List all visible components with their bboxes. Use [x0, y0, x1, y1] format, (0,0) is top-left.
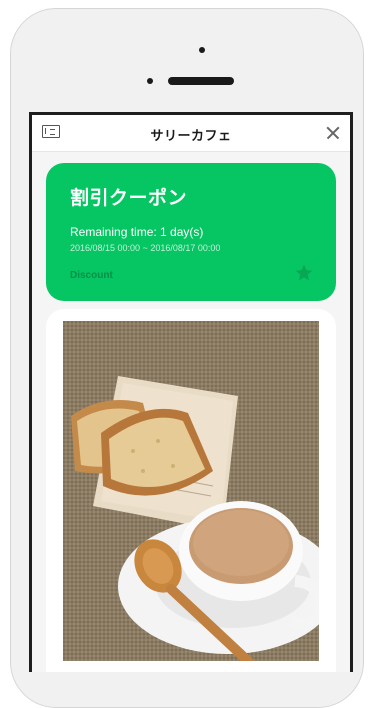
- coupon-validity-period: 2016/08/15 00:00 ~ 2016/08/17 00:00: [70, 243, 221, 253]
- cafe-photo: [63, 321, 319, 661]
- earpiece-speaker: [168, 77, 234, 85]
- coupon-card[interactable]: 割引クーポン Remaining time: 1 day(s) 2016/08/…: [46, 163, 336, 301]
- close-icon[interactable]: [322, 122, 344, 144]
- phone-screen: サリーカフェ 割引クーポン Remaining time: 1 day(s) 2…: [29, 112, 353, 672]
- front-camera: [199, 47, 205, 53]
- coupon-type-label: Discount: [70, 270, 113, 281]
- coupon-remaining-time: Remaining time: 1 day(s): [70, 225, 204, 239]
- header-bar: サリーカフェ: [32, 115, 350, 152]
- page-title: サリーカフェ: [150, 128, 232, 143]
- star-icon[interactable]: [294, 263, 314, 283]
- app-view: サリーカフェ 割引クーポン Remaining time: 1 day(s) 2…: [32, 115, 350, 672]
- coupon-title: 割引クーポン: [70, 188, 188, 209]
- photo-card: [46, 309, 336, 672]
- proximity-sensor: [147, 78, 153, 84]
